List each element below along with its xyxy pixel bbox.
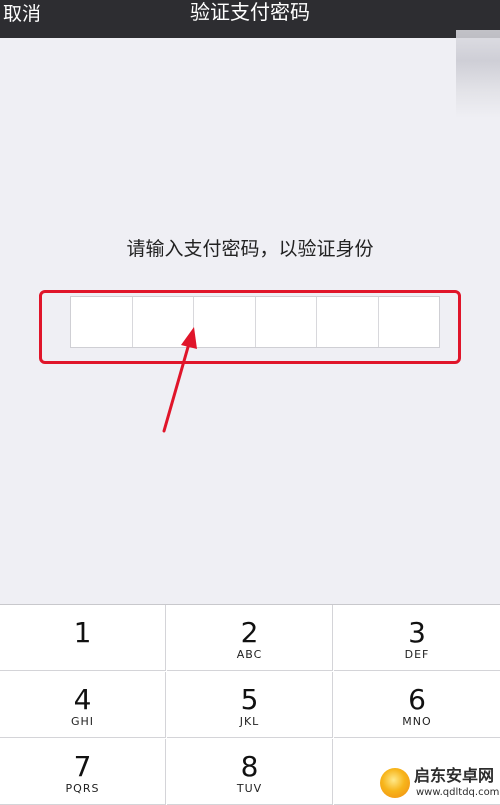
- key-6[interactable]: 6 MNO: [334, 672, 500, 738]
- watermark-url: www.qdltdq.com: [416, 787, 500, 798]
- key-digit: 5: [240, 683, 259, 716]
- blurred-area: [456, 30, 500, 118]
- key-letters: MNO: [402, 715, 432, 728]
- key-5[interactable]: 5 JKL: [167, 672, 333, 738]
- key-letters: PQRS: [65, 782, 100, 795]
- key-digit: 6: [408, 683, 426, 716]
- watermark-name: 启东安卓网: [414, 766, 495, 785]
- key-digit: 7: [73, 750, 92, 783]
- key-digit: 3: [408, 616, 426, 649]
- key-letters: GHI: [70, 715, 95, 728]
- password-prompt: 请输入支付密码，以验证身份: [126, 238, 374, 260]
- payment-password-screen: 取消 验证支付密码 请输入支付密码，以验证身份 1 2 ABC 3 DEF 4: [0, 0, 500, 805]
- key-2[interactable]: 2 ABC: [167, 605, 333, 671]
- key-7[interactable]: 7 PQRS: [0, 739, 166, 805]
- key-4[interactable]: 4 GHI: [0, 672, 166, 738]
- watermark: 启东安卓网 www.qdltdq.com: [380, 766, 500, 802]
- key-digit: 1: [73, 616, 92, 649]
- key-letters: JKL: [239, 715, 260, 728]
- highlight-box: [39, 290, 461, 364]
- key-letters: TUV: [236, 782, 263, 795]
- key-digit: 8: [240, 750, 259, 783]
- key-digit: 2: [240, 616, 259, 649]
- rocket-logo-icon: [380, 768, 410, 798]
- key-1[interactable]: 1: [0, 605, 166, 671]
- navigation-bar: 取消 验证支付密码: [0, 0, 500, 38]
- key-letters: DEF: [404, 648, 430, 661]
- key-digit: 4: [73, 683, 92, 716]
- key-8[interactable]: 8 TUV: [167, 739, 333, 805]
- key-3[interactable]: 3 DEF: [334, 605, 500, 671]
- page-title: 验证支付密码: [190, 0, 310, 24]
- key-letters: ABC: [236, 648, 263, 661]
